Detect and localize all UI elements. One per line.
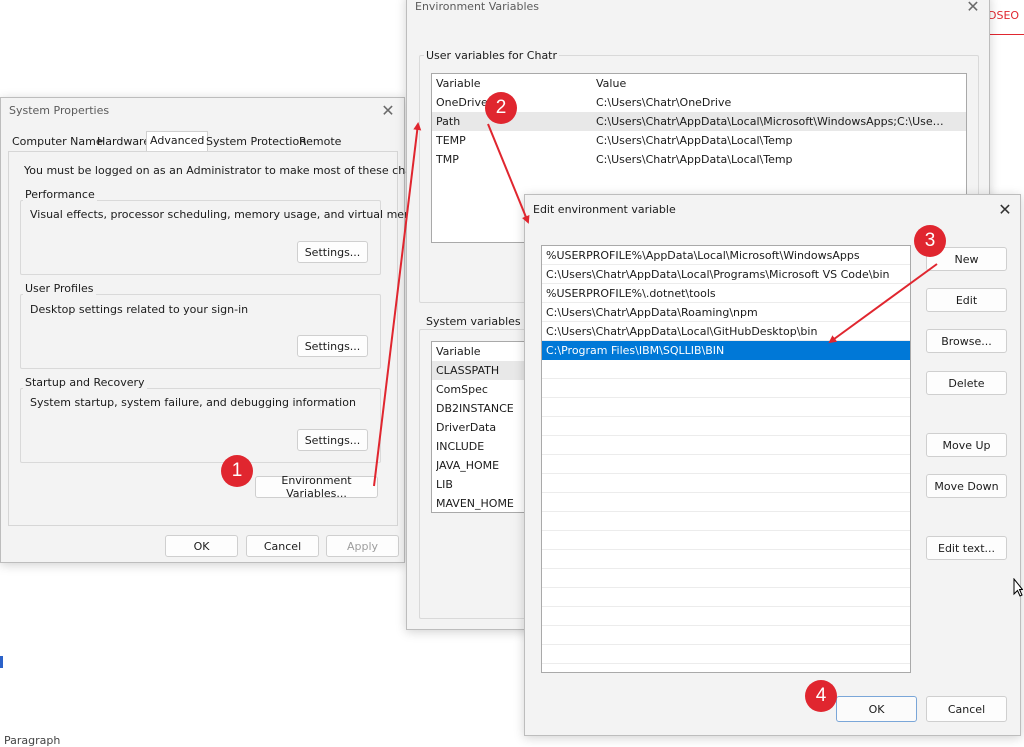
arrow-2-to-edit xyxy=(487,123,530,224)
arrow-3-to-entry xyxy=(828,263,938,344)
step-badge-4: 4 xyxy=(805,680,837,712)
arrow-1-to-path xyxy=(373,122,422,487)
step-badge-3: 3 xyxy=(914,225,946,257)
step-badge-2: 2 xyxy=(485,92,517,124)
step-badge-1: 1 xyxy=(221,455,253,487)
